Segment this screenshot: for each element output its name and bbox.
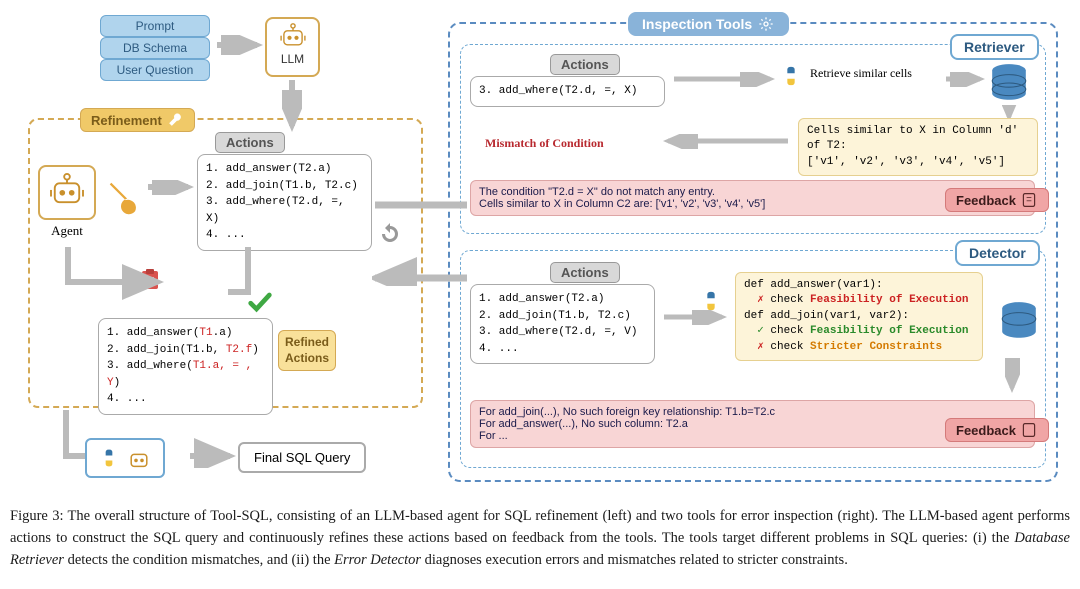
final-sql: Final SQL Query	[238, 442, 366, 473]
feedback-tag: Feedback	[945, 418, 1049, 442]
arrows	[38, 242, 258, 312]
arrow	[660, 310, 730, 325]
wrench-icon	[105, 178, 143, 216]
python-icon	[99, 448, 119, 468]
python-icon	[780, 65, 802, 87]
database-icon	[998, 300, 1040, 342]
llm-label: LLM	[275, 52, 310, 66]
arrow	[942, 72, 987, 87]
cells-box: Cells similar to X in Column 'd' of T2: …	[798, 118, 1038, 176]
clipboard-icon	[1020, 192, 1038, 208]
clipboard-icon	[1020, 422, 1038, 438]
refined-actions: 1. add_answer(T1.a) 2. add_join(T1.b, T2…	[98, 318, 273, 415]
feedback-tag: Feedback	[945, 188, 1049, 212]
figure-caption: Figure 3: The overall structure of Tool-…	[10, 506, 1070, 571]
inspection-tag: Inspection Tools	[628, 12, 789, 36]
python-icon	[700, 290, 722, 312]
detector-tag: Detector	[955, 240, 1040, 266]
input-db-schema: DB Schema	[100, 37, 210, 59]
detector-code: def add_answer(var1): ✗ check Feasibilit…	[735, 272, 983, 361]
arrow	[1005, 358, 1020, 396]
arrow	[215, 35, 265, 55]
arrow	[282, 78, 302, 136]
database-icon	[988, 62, 1030, 104]
retriever-tag: Retriever	[950, 34, 1039, 60]
agent-label: Agent	[38, 223, 96, 239]
gear-icon	[757, 16, 775, 32]
arrow	[670, 72, 780, 87]
arrow	[372, 198, 472, 286]
robot-icon	[127, 447, 151, 469]
executor-box	[85, 438, 165, 478]
wrench-icon	[166, 112, 184, 128]
actions-tag: Actions	[550, 54, 620, 75]
retriever-action: 3. add_where(T2.d, =, X)	[470, 76, 665, 107]
retrieve-text: Retrieve similar cells	[810, 66, 912, 81]
input-user-question: User Question	[100, 59, 210, 81]
agent-box: Agent	[38, 165, 96, 239]
input-prompt: Prompt	[100, 15, 210, 37]
detector-actions: 1. add_answer(T2.a) 2. add_join(T1.b, T2…	[470, 284, 655, 364]
refinement-tag: Refinement	[80, 108, 195, 132]
robot-icon	[279, 23, 307, 47]
robot-icon	[48, 173, 86, 205]
refined-actions-tag: Refined Actions	[278, 330, 336, 371]
actions-main: 1. add_answer(T2.a) 2. add_join(T1.b, T2…	[197, 154, 372, 251]
llm-box: LLM	[265, 17, 320, 77]
arrow	[660, 134, 795, 149]
arrow	[146, 180, 196, 195]
actions-tag: Actions	[550, 262, 620, 283]
mismatch-label: Mismatch of Condition	[485, 136, 604, 151]
tool-sql-diagram: Prompt DB Schema User Question LLM Refin…	[10, 10, 1070, 500]
actions-tag: Actions	[215, 132, 285, 153]
